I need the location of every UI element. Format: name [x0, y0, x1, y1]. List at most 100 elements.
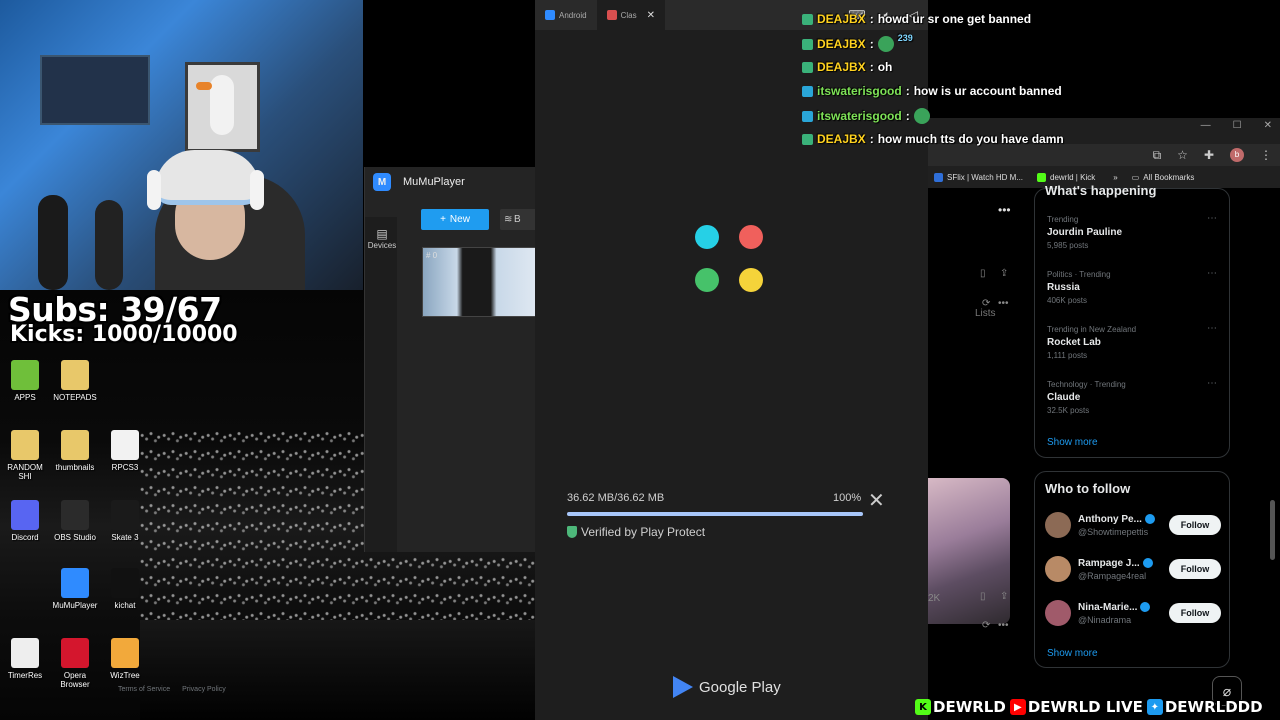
- more-icon[interactable]: ⋯: [1207, 213, 1217, 224]
- desktop-icon[interactable]: RANDOM SHI: [0, 430, 50, 482]
- desktop-icon[interactable]: Discord: [0, 500, 50, 543]
- desktop-icon[interactable]: WizTree: [100, 638, 150, 681]
- bookmark-icon[interactable]: ▯: [980, 591, 986, 602]
- mumu-icon: [61, 568, 89, 598]
- chat-username[interactable]: DEAJBX: [817, 132, 866, 146]
- share-icon[interactable]: ⇪: [1000, 268, 1008, 279]
- trend-name: Rocket Lab: [1047, 337, 1101, 348]
- chat-username[interactable]: itswaterisgood: [817, 84, 902, 98]
- bookmark-kick[interactable]: dewrld | Kick: [1037, 172, 1095, 182]
- trends-show-more[interactable]: Show more: [1047, 437, 1098, 448]
- bookmark-star-icon[interactable]: ☆: [1177, 148, 1188, 163]
- desktop-icon[interactable]: APPS: [0, 360, 50, 403]
- chat-badge-icon: [802, 61, 813, 73]
- menu-icon[interactable]: ⋮: [1260, 148, 1272, 163]
- more-icon[interactable]: •••: [998, 298, 1009, 309]
- kick-icon: [1037, 172, 1047, 182]
- more-icon[interactable]: ⋯: [1207, 268, 1217, 279]
- chat-badge-icon: [802, 133, 813, 145]
- desktop-icon[interactable]: MuMuPlayer: [50, 568, 100, 611]
- grok-icon[interactable]: ⟳: [982, 298, 990, 309]
- post-media[interactable]: [928, 478, 1010, 624]
- share-icon[interactable]: ⇪: [1000, 591, 1008, 602]
- social-handle: DEWRLDDD: [1164, 698, 1263, 716]
- desktop-icon[interactable]: RPCS3: [100, 430, 150, 473]
- download-size: 36.62 MB/36.62 MB: [567, 492, 665, 504]
- close-icon[interactable]: ✕: [1264, 120, 1272, 131]
- trend-item[interactable]: Politics · Trending Russia 406K posts: [1047, 270, 1111, 305]
- desktop-icon[interactable]: OBS Studio: [50, 500, 100, 543]
- footer-link[interactable]: Privacy Policy: [182, 686, 226, 693]
- cast-icon[interactable]: ⧉: [1153, 148, 1162, 163]
- desktop-icon[interactable]: TimerRes: [0, 638, 50, 681]
- grok-icon: ⌀: [1222, 682, 1232, 699]
- more-icon[interactable]: ⋯: [1207, 323, 1217, 334]
- more-icon[interactable]: •••: [998, 203, 1011, 217]
- views-count: 2K: [928, 593, 941, 604]
- wiztree-icon: [111, 638, 139, 668]
- trend-item[interactable]: Trending Jourdin Pauline 5,985 posts: [1047, 215, 1122, 250]
- youtube-icon: ▶: [1009, 699, 1026, 715]
- shield-icon: [567, 526, 577, 538]
- profile-avatar[interactable]: b: [1230, 148, 1244, 162]
- desktop-icon[interactable]: NOTEPADS: [50, 360, 100, 403]
- page-scrollbar[interactable]: [1270, 500, 1275, 560]
- desktop-icon[interactable]: Skate 3: [100, 500, 150, 543]
- chat-username[interactable]: DEAJBX: [817, 12, 866, 26]
- extensions-icon[interactable]: ✚: [1204, 148, 1214, 163]
- trend-item[interactable]: Technology · Trending Claude 32.5K posts: [1047, 380, 1126, 415]
- bookmark-icon[interactable]: ▯: [980, 268, 986, 279]
- bookmark-sflix[interactable]: SFlix | Watch HD M...: [934, 172, 1023, 182]
- more-bookmarks-icon[interactable]: »: [1113, 173, 1117, 182]
- window-controls: — ☐ ✕: [1201, 120, 1272, 131]
- avatar[interactable]: [1045, 556, 1071, 582]
- more-icon[interactable]: •••: [998, 620, 1009, 631]
- close-icon[interactable]: ✕: [868, 491, 885, 511]
- follow-suggestion[interactable]: Rampage J... @Rampage4real Follow: [1045, 556, 1221, 582]
- instance-card[interactable]: # 0: [422, 247, 537, 317]
- avatar[interactable]: [1045, 512, 1071, 538]
- emulator-tab-game[interactable]: Clas ✕: [596, 0, 665, 30]
- download-progress-bar: [567, 512, 863, 516]
- desktop-icon-label: APPS: [14, 393, 36, 402]
- social-handle: DEWRLD LIVE: [1027, 698, 1143, 716]
- more-icon[interactable]: ⋯: [1207, 378, 1217, 389]
- chat-separator: :: [905, 84, 910, 98]
- mumu-titlebar[interactable]: M MuMuPlayer: [365, 167, 536, 197]
- trend-name: Russia: [1047, 282, 1080, 293]
- follow-button[interactable]: Follow: [1169, 603, 1221, 623]
- avatar[interactable]: [1045, 600, 1071, 626]
- chat-username[interactable]: DEAJBX: [817, 60, 866, 74]
- minimize-icon[interactable]: —: [1201, 120, 1211, 131]
- loading-dot: [739, 268, 763, 292]
- trend-item[interactable]: Trending in New Zealand Rocket Lab 1,111 p…: [1047, 325, 1136, 360]
- toolbar-icons: ⧉ ☆ ✚ b ⋮: [1153, 148, 1272, 163]
- chat-username[interactable]: itswaterisgood: [817, 109, 902, 123]
- follows-show-more[interactable]: Show more: [1047, 648, 1098, 659]
- new-instance-button[interactable]: + New: [421, 209, 489, 230]
- file-icon: [111, 430, 139, 460]
- follow-suggestion[interactable]: Nina-Marie... @Ninadrama Follow: [1045, 600, 1221, 626]
- follow-suggestion[interactable]: Anthony Pe... @Showtimepettis Follow: [1045, 512, 1221, 538]
- tab-lists[interactable]: Lists: [975, 308, 996, 319]
- trend-category: Technology · Trending: [1047, 380, 1126, 389]
- follow-name-row: Rampage J...: [1078, 558, 1153, 569]
- follow-button[interactable]: Follow: [1169, 515, 1221, 535]
- webcam-feed: [0, 0, 363, 290]
- bookmark-label: All Bookmarks: [1143, 172, 1195, 182]
- download-progress-fill: [567, 512, 863, 516]
- mumu-secondary-button[interactable]: ≋ B: [500, 209, 540, 230]
- chat-username[interactable]: DEAJBX: [817, 37, 866, 51]
- emulator-tab-android[interactable]: Android: [535, 0, 597, 30]
- follow-button[interactable]: Follow: [1169, 559, 1221, 579]
- desktop-icon[interactable]: kichat: [100, 568, 150, 611]
- mumu-devices-nav[interactable]: ▤ Devices: [367, 227, 397, 250]
- tab-close-icon[interactable]: ✕: [647, 10, 655, 21]
- all-bookmarks[interactable]: ▭ All Bookmarks: [1132, 173, 1195, 182]
- grok-icon[interactable]: ⟳: [982, 620, 990, 631]
- desktop-icon[interactable]: Opera Browser: [50, 638, 100, 690]
- desktop-icon[interactable]: thumbnails: [50, 430, 100, 473]
- maximize-icon[interactable]: ☐: [1233, 120, 1242, 131]
- footer-link[interactable]: Terms of Service: [118, 686, 170, 693]
- follow-name: Rampage J...: [1078, 557, 1140, 569]
